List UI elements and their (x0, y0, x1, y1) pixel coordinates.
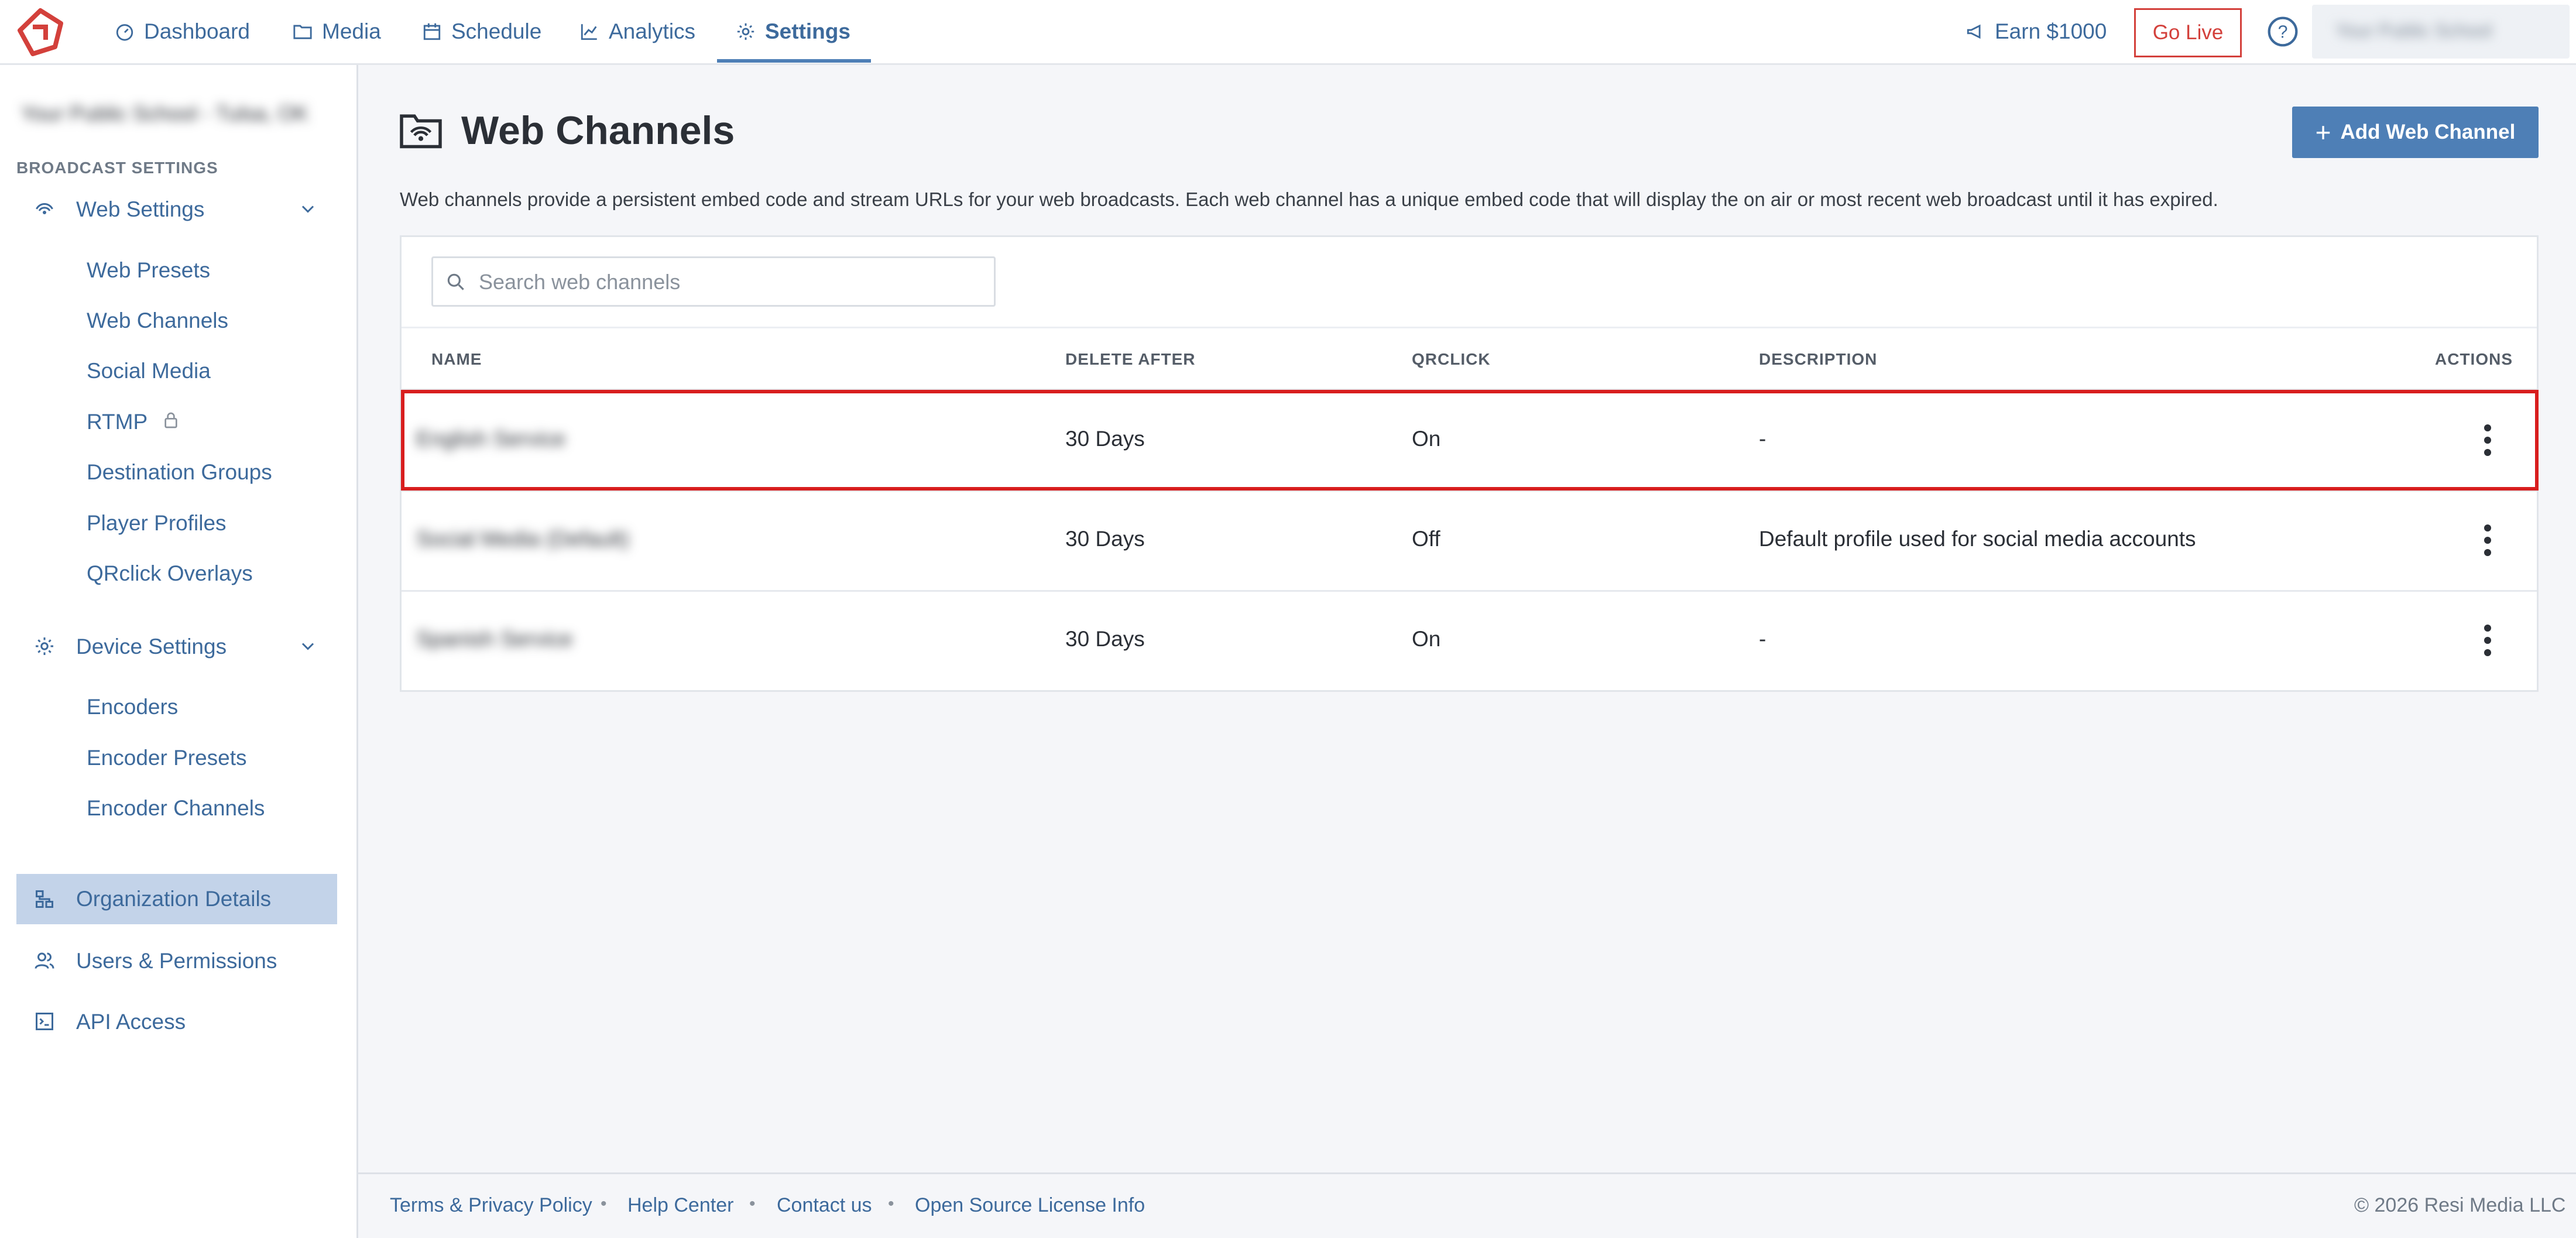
nav-settings-label: Settings (765, 19, 850, 43)
top-navigation-bar: Dashboard Media Schedule Analytics Setti… (0, 0, 2576, 65)
nav-dashboard-label: Dashboard (144, 19, 251, 43)
column-header-description: DESCRIPTION (1759, 350, 1878, 368)
chart-line-icon (581, 24, 597, 40)
lock-icon (164, 412, 177, 428)
broadcast-icon (36, 203, 53, 214)
delete-after-value: 30 Days (1065, 527, 1145, 551)
selected-row-highlight (401, 390, 2539, 491)
nav-settings[interactable]: Settings (736, 0, 850, 63)
nav-media-label: Media (322, 19, 381, 43)
column-header-qrclick: QRCLICK (1412, 350, 1491, 368)
page-description: Web channels provide a persistent embed … (400, 188, 2218, 210)
svg-text:?: ? (2278, 23, 2288, 42)
sidebar-item-social-media[interactable]: Social Media (87, 359, 211, 383)
footer-separator: • (601, 1194, 607, 1213)
api-access-label: API Access (76, 1010, 186, 1034)
search-icon (447, 273, 464, 290)
terminal-icon (36, 1013, 53, 1030)
nav-dashboard[interactable]: Dashboard (115, 0, 250, 63)
column-header-name: NAME (431, 350, 482, 368)
nav-analytics[interactable]: Analytics (579, 0, 695, 63)
channel-name: Spanish Service (416, 627, 573, 651)
sidebar-item-encoders[interactable]: Encoders (87, 695, 178, 719)
sidebar-item-destination-groups[interactable]: Destination Groups (87, 460, 272, 485)
sidebar-item-encoder-channels[interactable]: Encoder Channels (87, 796, 265, 821)
gear-icon (737, 23, 754, 40)
org-name: Your Public School - Tulsa, OK (21, 101, 308, 125)
footer-link-open-source[interactable]: Open Source License Info (915, 1194, 1145, 1217)
go-live-label: Go Live (2152, 21, 2224, 44)
search-box (431, 256, 996, 307)
users-permissions-label: Users & Permissions (76, 949, 277, 973)
sidebar-item-web-presets[interactable]: Web Presets (87, 258, 210, 283)
megaphone-icon (1967, 24, 1981, 39)
delete-after-value: 30 Days (1065, 627, 1145, 651)
more-actions-icon[interactable] (2479, 623, 2496, 658)
broadcast-settings-header: BROADCAST SETTINGS (16, 159, 218, 177)
org-selector-dropdown[interactable]: Your Public School (2312, 5, 2570, 59)
device-settings-label: Device Settings (76, 635, 227, 659)
org-chart-icon (36, 890, 53, 908)
footer-separator: • (888, 1194, 894, 1213)
nav-schedule[interactable]: Schedule (422, 0, 541, 63)
sidebar-item-player-profiles[interactable]: Player Profiles (87, 511, 227, 536)
plus-icon: + (2315, 117, 2331, 148)
table-row[interactable]: Spanish Service 30 Days On - (402, 592, 2537, 690)
search-input[interactable] (478, 258, 983, 306)
web-settings-toggle[interactable]: Web Settings (16, 191, 332, 227)
nav-schedule-label: Schedule (451, 19, 542, 43)
active-tab-indicator (717, 59, 871, 63)
description-value: Default profile used for social media ac… (1759, 527, 2196, 551)
footer-link-contact[interactable]: Contact us (777, 1194, 872, 1217)
chevron-down-icon (301, 205, 314, 213)
footer-copyright: © 2026 Resi Media LLC (2354, 1194, 2566, 1216)
add-web-channel-button[interactable]: + Add Web Channel (2292, 107, 2539, 158)
web-channel-folder-icon (400, 114, 442, 149)
nav-analytics-label: Analytics (609, 19, 696, 43)
description-value: - (1759, 627, 1767, 651)
column-header-actions: ACTIONS (2435, 350, 2513, 368)
footer-separator: • (749, 1194, 756, 1213)
resi-logo-icon[interactable] (15, 7, 66, 57)
organization-details-label: Organization Details (76, 887, 272, 911)
earn-label: Earn $1000 (1995, 19, 2107, 43)
table-header-divider (402, 327, 2537, 328)
sidebar-item-api-access[interactable]: API Access (16, 1004, 337, 1039)
go-live-button[interactable]: Go Live (2134, 8, 2242, 57)
sidebar-item-organization-details[interactable]: Organization Details (16, 874, 337, 924)
sidebar-item-rtmp[interactable]: RTMP (87, 410, 148, 434)
org-selector-label: Your Public School (2335, 20, 2492, 41)
footer-link-help-center[interactable]: Help Center (627, 1194, 733, 1217)
dashboard-icon (116, 24, 133, 41)
sidebar-item-encoder-presets[interactable]: Encoder Presets (87, 746, 247, 770)
sidebar-item-users-permissions[interactable]: Users & Permissions (16, 943, 337, 978)
channel-name: Social Media (Default) (416, 527, 629, 551)
calendar-icon (423, 23, 441, 40)
chevron-down-icon (301, 643, 314, 650)
qrclick-value: On (1412, 627, 1441, 651)
more-actions-icon[interactable] (2479, 523, 2496, 558)
nav-media[interactable]: Media (293, 0, 381, 63)
folder-icon (293, 25, 312, 39)
sidebar-item-web-channels[interactable]: Web Channels (87, 308, 228, 333)
users-icon (35, 952, 54, 969)
earn-referral-link[interactable]: Earn $1000 (1966, 0, 2107, 63)
sidebar-item-qrclick-overlays[interactable]: QRclick Overlays (87, 561, 253, 586)
help-icon[interactable]: ? (2266, 15, 2299, 48)
device-settings-toggle[interactable]: Device Settings (16, 629, 332, 664)
column-header-delete-after: DELETE AFTER (1065, 350, 1196, 368)
gear-icon (36, 637, 53, 655)
settings-sidebar: Your Public School - Tulsa, OK BROADCAST… (0, 65, 358, 1238)
table-row[interactable]: Social Media (Default) 30 Days Off Defau… (402, 492, 2537, 590)
page-title: Web Channels (461, 108, 735, 153)
footer-link-terms[interactable]: Terms & Privacy Policy (390, 1194, 592, 1217)
qrclick-value: Off (1412, 527, 1440, 551)
add-web-channel-label: Add Web Channel (2340, 121, 2516, 143)
web-settings-label: Web Settings (76, 197, 205, 221)
